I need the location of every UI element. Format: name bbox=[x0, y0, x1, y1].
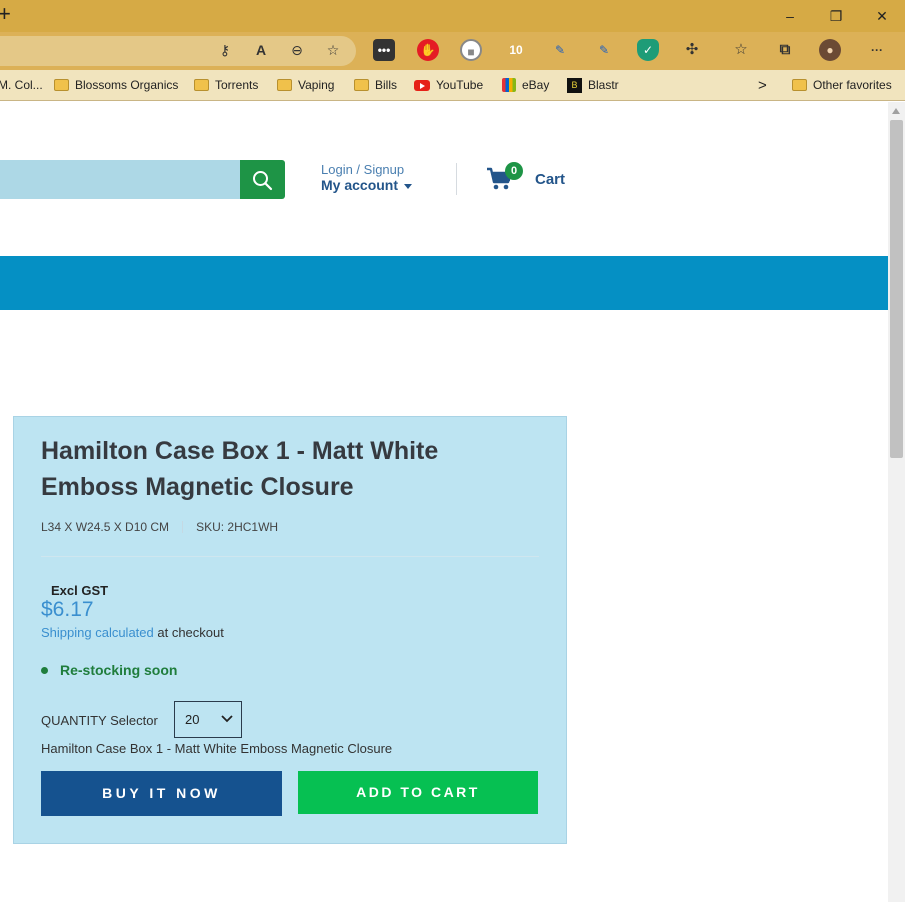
product-dimensions: L34 X W24.5 X D10 CM bbox=[41, 520, 170, 534]
product-meta: L34 X W24.5 X D10 CM SKU: 2HC1WH bbox=[41, 520, 278, 534]
folder-icon bbox=[354, 79, 369, 91]
youtube-icon bbox=[414, 79, 430, 91]
bookmark-truncated[interactable]: M. Col... bbox=[0, 77, 43, 93]
bookmark-torrents[interactable]: Torrents bbox=[194, 77, 258, 93]
tax-label: Excl GST bbox=[51, 583, 109, 598]
product-title: Hamilton Case Box 1 - Matt White Emboss … bbox=[41, 437, 439, 501]
search-icon bbox=[253, 171, 273, 191]
feather-alt-icon[interactable]: ✎ bbox=[593, 39, 615, 61]
ebay-icon bbox=[502, 78, 516, 92]
bookmark-ebay[interactable]: eBay bbox=[502, 77, 549, 93]
read-aloud-icon[interactable]: A bbox=[252, 41, 270, 59]
bookmark-youtube[interactable]: YouTube bbox=[414, 77, 483, 93]
buy-it-now-button[interactable]: BUY IT NOW bbox=[41, 771, 282, 816]
search-input[interactable] bbox=[0, 160, 240, 199]
product-card: Hamilton Case Box 1 - Matt White Emboss … bbox=[13, 416, 567, 844]
bookmark-vaping[interactable]: Vaping bbox=[277, 77, 334, 93]
caret-down-icon bbox=[404, 183, 413, 189]
profile-avatar-icon[interactable]: ● bbox=[819, 39, 841, 61]
feather-icon[interactable]: ✎ bbox=[549, 39, 571, 61]
more-menu-icon[interactable]: ··· bbox=[866, 39, 888, 61]
bookmarks-bar: M. Col... Blossoms Organics Torrents Vap… bbox=[0, 70, 905, 101]
extensions-puzzle-icon[interactable]: ✣ bbox=[681, 39, 703, 61]
key-icon[interactable]: ⚷ bbox=[216, 41, 234, 59]
shipping-note: Shipping calculated at checkout bbox=[41, 625, 224, 640]
product-price: $6.17 bbox=[41, 598, 94, 621]
browser-titlebar: + – ❐ ✕ bbox=[0, 0, 905, 32]
header-divider bbox=[456, 163, 457, 195]
add-favorite-icon[interactable]: ☆ bbox=[324, 41, 342, 59]
cart-count-badge: 0 bbox=[505, 162, 523, 180]
quantity-value: 20 bbox=[185, 712, 200, 727]
restore-icon[interactable]: ❐ bbox=[826, 6, 846, 26]
stock-status: Re-stocking soon bbox=[41, 662, 177, 678]
login-signup-link[interactable]: Login / Signup bbox=[321, 162, 404, 177]
bookmark-other-favorites[interactable]: Other favorites bbox=[792, 77, 892, 93]
quantity-select[interactable]: 20 bbox=[174, 701, 242, 738]
chevron-down-icon bbox=[221, 715, 233, 723]
section-divider bbox=[41, 556, 539, 557]
favorites-icon[interactable]: ☆ bbox=[730, 39, 752, 61]
shield-icon[interactable]: ✓ bbox=[637, 39, 659, 61]
main-navigation-bar bbox=[0, 256, 888, 310]
meta-divider bbox=[182, 521, 184, 533]
minimize-icon[interactable]: – bbox=[780, 6, 800, 26]
variant-name: Hamilton Case Box 1 - Matt White Emboss … bbox=[41, 741, 393, 756]
collections-icon[interactable]: ⧉ bbox=[774, 39, 796, 61]
add-to-cart-button[interactable]: ADD TO CART bbox=[298, 771, 538, 814]
bookmark-bills[interactable]: Bills bbox=[354, 77, 397, 93]
my-account-dropdown[interactable]: My account bbox=[321, 177, 413, 193]
new-tab-icon[interactable]: + bbox=[0, 3, 11, 25]
extension-menu-icon[interactable]: ••• bbox=[373, 39, 395, 61]
page-scrollbar[interactable] bbox=[888, 102, 905, 902]
address-bar[interactable]: ⚷ A ⊖ ☆ bbox=[0, 36, 356, 66]
close-icon[interactable]: ✕ bbox=[872, 6, 892, 26]
cart-link[interactable]: Cart bbox=[535, 171, 565, 188]
shipping-link[interactable]: Shipping calculated bbox=[41, 625, 154, 640]
scrollbar-thumb[interactable] bbox=[890, 120, 903, 458]
browser-toolbar: ⚷ A ⊖ ☆ ••• ✋ ■ 10 ✎ ✎ ✓ ✣ ☆ ⧉ ● ··· bbox=[0, 32, 905, 70]
zoom-out-icon[interactable]: ⊖ bbox=[288, 41, 306, 59]
folder-icon bbox=[277, 79, 292, 91]
bookmarks-overflow-chevron-icon[interactable]: > bbox=[758, 77, 767, 94]
blastr-icon: B bbox=[567, 77, 582, 93]
folder-icon bbox=[792, 79, 807, 91]
bookmark-blossoms-organics[interactable]: Blossoms Organics bbox=[54, 77, 178, 93]
product-sku: SKU: 2HC1WH bbox=[196, 520, 279, 534]
web-page: Login / Signup My account 0 Cart Hamilto… bbox=[0, 102, 888, 902]
folder-icon bbox=[194, 79, 209, 91]
extension-badge-icon[interactable]: 10 bbox=[505, 39, 527, 61]
extension-circle-icon[interactable]: ■ bbox=[460, 39, 482, 61]
bookmark-blastr[interactable]: B Blastr bbox=[567, 77, 619, 93]
adblock-icon[interactable]: ✋ bbox=[417, 39, 439, 61]
quantity-label: QUANTITY Selector bbox=[41, 713, 158, 728]
status-dot-icon bbox=[41, 666, 48, 674]
search-button[interactable] bbox=[240, 160, 285, 199]
scroll-up-icon[interactable] bbox=[892, 108, 900, 114]
folder-icon bbox=[54, 79, 69, 91]
